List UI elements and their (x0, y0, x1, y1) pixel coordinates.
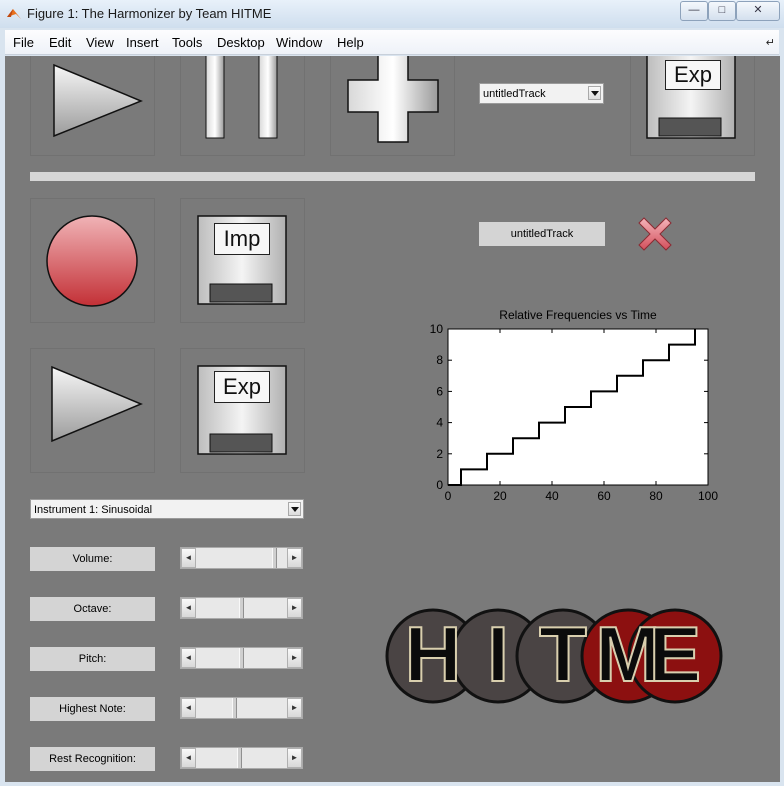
instrument-select[interactable]: Instrument 1: Sinusoidal (30, 499, 304, 519)
y-tick-label: 2 (436, 447, 443, 461)
plus-icon (347, 56, 439, 143)
slider-left-arrow-icon[interactable]: ◄ (181, 598, 196, 618)
slider-left-arrow-icon[interactable]: ◄ (181, 548, 196, 568)
pitch-slider[interactable]: ◄ ► (180, 647, 303, 669)
y-tick-label: 4 (436, 416, 443, 430)
track-name-field[interactable]: untitledTrack (479, 222, 605, 246)
volume-label: Volume: (30, 547, 155, 571)
y-tick-label: 6 (436, 384, 443, 398)
slider-right-arrow-icon[interactable]: ► (287, 598, 302, 618)
logo-letter: H (405, 610, 461, 698)
logo-letter: E (649, 610, 701, 698)
pause-button[interactable] (180, 56, 305, 156)
play-track-button[interactable] (30, 56, 155, 156)
x-tick-label: 20 (493, 489, 507, 503)
x-tick-label: 100 (698, 489, 718, 503)
minimize-button[interactable]: — (680, 1, 708, 21)
x-tick-label: 0 (445, 489, 452, 503)
menu-bar: File Edit View Insert Tools Desktop Wind… (5, 30, 779, 55)
play-icon (51, 365, 143, 443)
divider (30, 172, 755, 181)
slider-thumb[interactable] (271, 548, 277, 568)
slider-right-arrow-icon[interactable]: ► (287, 748, 302, 768)
slider-thumb[interactable] (239, 648, 244, 668)
highest-note-label: Highest Note: (30, 697, 155, 721)
octave-label: Octave: (30, 597, 155, 621)
export-recording-button[interactable]: Exp (180, 348, 305, 473)
play-recording-button[interactable] (30, 348, 155, 473)
dropdown-arrow-icon (288, 502, 301, 516)
highest-note-slider[interactable]: ◄ ► (180, 697, 303, 719)
slider-thumb[interactable] (237, 748, 243, 768)
delete-icon[interactable] (635, 214, 675, 254)
slider-right-arrow-icon[interactable]: ► (287, 548, 302, 568)
export-label: Exp (214, 371, 270, 403)
y-tick-label: 10 (430, 322, 444, 336)
frequency-chart: Relative Frequencies vs Time0 20 40 60 80 100… (430, 308, 719, 503)
y-tick-label: 8 (436, 353, 443, 367)
dock-arrow-icon[interactable]: ↵ (766, 36, 775, 49)
logo-letter: T (539, 610, 587, 698)
rest-recognition-label: Rest Recognition: (30, 747, 155, 771)
floppy-disk-icon (197, 365, 287, 455)
rest-recognition-slider[interactable]: ◄ ► (180, 747, 303, 769)
export-track-button[interactable]: Exp (630, 56, 755, 156)
menu-edit[interactable]: Edit (49, 35, 71, 50)
dropdown-arrow-icon (588, 86, 601, 100)
matlab-logo-icon (7, 9, 21, 19)
menu-help[interactable]: Help (337, 35, 364, 50)
menu-file[interactable]: File (13, 35, 34, 50)
import-button[interactable]: Imp (180, 198, 305, 323)
slider-left-arrow-icon[interactable]: ◄ (181, 748, 196, 768)
volume-slider[interactable]: ◄ ► (180, 547, 303, 569)
slider-thumb[interactable] (232, 698, 238, 718)
close-button[interactable]: ✕ (736, 1, 780, 21)
octave-slider[interactable]: ◄ ► (180, 597, 303, 619)
export-label: Exp (665, 60, 721, 90)
menu-desktop[interactable]: Desktop (217, 35, 265, 50)
play-icon (53, 63, 143, 138)
record-icon (46, 215, 138, 307)
slider-left-arrow-icon[interactable]: ◄ (181, 698, 196, 718)
figure-canvas: untitledTrack Exp Imp untitledTrack Exp … (5, 56, 780, 782)
window-title: Figure 1: The Harmonizer by Team HITME (27, 6, 272, 21)
title-bar: Figure 1: The Harmonizer by Team HITME —… (0, 0, 784, 28)
track-select[interactable]: untitledTrack (479, 83, 604, 104)
menu-view[interactable]: View (86, 35, 114, 50)
y-tick-label: 0 (436, 478, 443, 492)
slider-right-arrow-icon[interactable]: ► (287, 698, 302, 718)
menu-tools[interactable]: Tools (172, 35, 202, 50)
floppy-disk-icon (197, 215, 287, 305)
x-tick-label: 80 (649, 489, 663, 503)
slider-right-arrow-icon[interactable]: ► (287, 648, 302, 668)
slider-left-arrow-icon[interactable]: ◄ (181, 648, 196, 668)
maximize-button[interactable]: □ (708, 1, 736, 21)
menu-insert[interactable]: Insert (126, 35, 159, 50)
hitme-logo: H I T ME (385, 608, 723, 704)
pause-icon (205, 56, 278, 139)
import-label: Imp (214, 223, 270, 255)
record-button[interactable] (30, 198, 155, 323)
x-tick-label: 60 (597, 489, 611, 503)
menu-window[interactable]: Window (276, 35, 322, 50)
logo-letter: I (487, 610, 509, 698)
chart-title: Relative Frequencies vs Time (499, 308, 657, 322)
x-tick-label: 40 (545, 489, 559, 503)
add-track-button[interactable] (330, 56, 455, 156)
slider-thumb[interactable] (239, 598, 244, 618)
pitch-label: Pitch: (30, 647, 155, 671)
